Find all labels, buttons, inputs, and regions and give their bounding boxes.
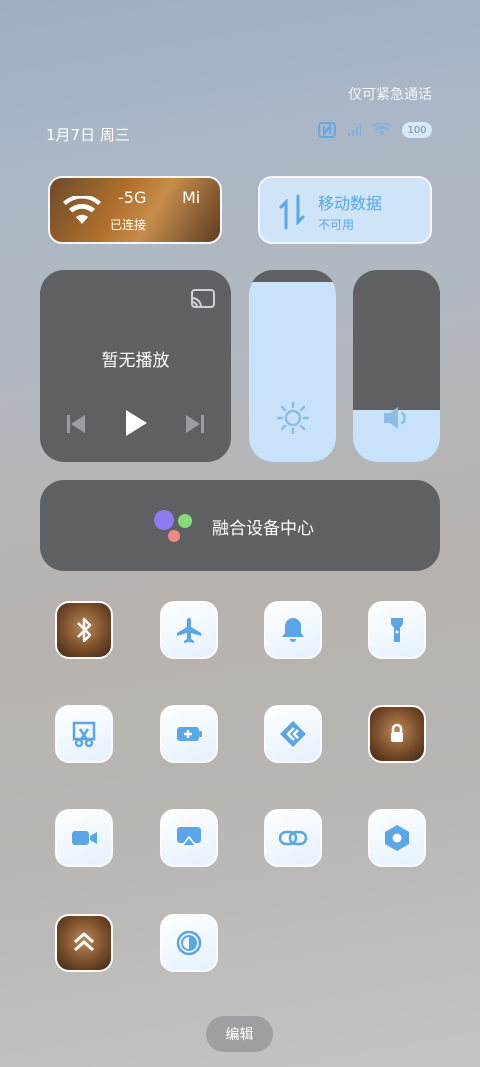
- nfc-icon: [318, 122, 336, 138]
- wifi-tile[interactable]: -5G Mi 已连接: [48, 176, 222, 244]
- quick-tile-bluetooth[interactable]: [55, 601, 113, 659]
- edit-button[interactable]: 编辑: [206, 1016, 273, 1052]
- emergency-call-text: 仅可紧急通话: [348, 87, 432, 103]
- media-status: 暂无播放: [101, 351, 170, 371]
- brightness-icon: [277, 402, 309, 434]
- bell-icon: [282, 618, 304, 642]
- wifi-icon: [372, 123, 392, 136]
- screen-cast-icon: [177, 827, 201, 847]
- video-icon: [72, 831, 97, 845]
- wifi-band-label: -5G: [118, 188, 147, 207]
- quick-tile-battery-saver[interactable]: [160, 705, 218, 763]
- mobile-data-label: 移动数据: [318, 194, 383, 213]
- mobile-data-status: 不可用: [318, 218, 355, 232]
- volume-slider[interactable]: [353, 270, 440, 462]
- fusion-logo-icon: [154, 510, 192, 542]
- nearby-share-icon: [280, 721, 306, 747]
- bluetooth-icon: [77, 617, 92, 643]
- lock-rotation-icon: [391, 723, 403, 742]
- flashlight-icon: [391, 618, 403, 642]
- battery-saver-icon: [177, 727, 202, 741]
- quick-tile-screenshot[interactable]: [55, 705, 113, 763]
- play-icon[interactable]: [123, 408, 149, 438]
- mobile-data-tile[interactable]: 移动数据 不可用: [258, 176, 432, 244]
- brightness-slider[interactable]: [249, 270, 336, 462]
- link-icon: [278, 830, 308, 846]
- data-arrows-icon: [279, 194, 305, 230]
- airplane-icon: [177, 618, 201, 643]
- volume-icon: [384, 407, 406, 429]
- quick-tile-arrows-up[interactable]: [55, 914, 113, 972]
- screenshot-icon: [72, 721, 96, 748]
- quick-tile-screen-cast[interactable]: [160, 809, 218, 867]
- wifi-icon: [63, 196, 101, 224]
- cast-icon[interactable]: [190, 288, 216, 310]
- wifi-status: 已连接: [110, 218, 147, 232]
- quick-tile-flashlight[interactable]: [368, 601, 426, 659]
- quick-tile-nearby-share[interactable]: [264, 705, 322, 763]
- quick-tile-video[interactable]: [55, 809, 113, 867]
- date-text: 1月7日 周三: [46, 126, 130, 144]
- battery-indicator: 100: [402, 122, 432, 138]
- quick-tile-airplane[interactable]: [160, 601, 218, 659]
- fusion-device-center[interactable]: 融合设备中心: [40, 480, 440, 571]
- next-icon[interactable]: [185, 413, 205, 435]
- quick-tile-lock-rotation[interactable]: [368, 705, 426, 763]
- previous-icon[interactable]: [66, 413, 86, 435]
- wifi-ssid: Mi: [182, 188, 201, 207]
- fusion-label: 融合设备中心: [212, 519, 314, 539]
- dark-mode-icon: [176, 930, 202, 956]
- quick-tile-dark-mode[interactable]: [160, 914, 218, 972]
- media-player-panel: 暂无播放: [40, 270, 231, 462]
- signal-icon: [348, 124, 361, 136]
- settings-hex-icon: [385, 825, 409, 851]
- arrows-up-icon: [74, 932, 94, 952]
- quick-tile-settings-hex[interactable]: [368, 809, 426, 867]
- quick-tile-bell[interactable]: [264, 601, 322, 659]
- status-bar-icons: 100: [318, 122, 432, 138]
- quick-tile-link[interactable]: [264, 809, 322, 867]
